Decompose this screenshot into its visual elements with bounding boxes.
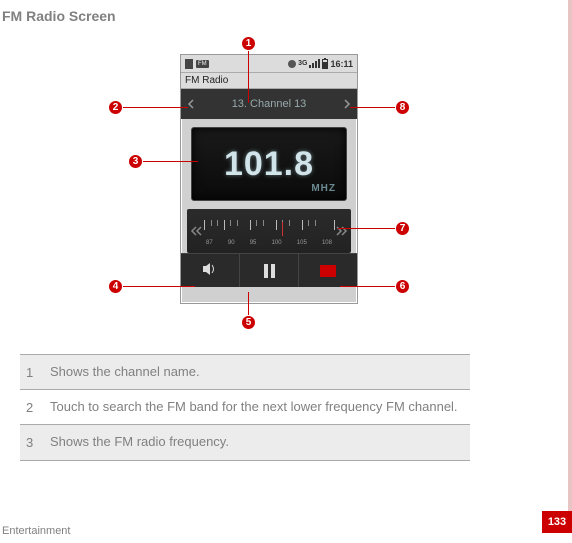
frequency-ruler[interactable]: 87 90 95 100 105 108 [204, 216, 334, 246]
leader-line [248, 51, 249, 103]
app-title: FM Radio [181, 73, 357, 89]
network-3g-label: 3G [298, 60, 307, 67]
next-channel-button[interactable] [337, 89, 357, 119]
dial-label: 95 [250, 240, 257, 246]
fm-badge: FM [196, 60, 209, 68]
callout-marker-1: 1 [241, 36, 256, 51]
row-text: Shows the FM radio frequency. [50, 433, 464, 451]
callout-marker-2: 2 [108, 100, 123, 115]
tuning-dial: 87 90 95 100 105 108 [187, 209, 351, 253]
row-number: 2 [26, 400, 50, 415]
footer-section-label: Entertainment [2, 525, 70, 537]
page-number-tab: 133 [542, 511, 572, 533]
dial-label: 108 [322, 240, 332, 246]
callout-marker-5: 5 [241, 315, 256, 330]
leader-line [338, 228, 395, 229]
signal-bars-icon [309, 59, 320, 68]
dial-label: 100 [272, 240, 282, 246]
callout-marker-7: 7 [395, 221, 410, 236]
phone-mockup: FM 3G 16:11 FM Radio 13. Channel 13 101.… [180, 54, 358, 304]
leader-line [143, 161, 198, 162]
callout-marker-3: 3 [128, 154, 143, 169]
dial-label: 87 [206, 240, 213, 246]
frequency-unit: MHZ [311, 183, 336, 194]
speaker-button[interactable] [181, 254, 240, 287]
page-title: FM Radio Screen [0, 0, 572, 24]
tuning-indicator [282, 222, 283, 236]
pause-icon [264, 264, 275, 278]
table-row: 1 Shows the channel name. [20, 355, 470, 390]
dial-labels: 87 90 95 100 105 108 [204, 240, 334, 246]
frequency-display: 101.8 MHZ [191, 127, 347, 201]
row-text: Shows the channel name. [50, 363, 464, 381]
row-number: 1 [26, 365, 50, 380]
record-button[interactable] [299, 254, 357, 287]
table-row: 3 Shows the FM radio frequency. [20, 425, 470, 460]
description-table: 1 Shows the channel name. 2 Touch to sea… [20, 354, 470, 461]
row-number: 3 [26, 435, 50, 450]
channel-name: 13. Channel 13 [232, 98, 307, 110]
speaker-icon [202, 262, 218, 279]
prev-channel-button[interactable] [181, 89, 201, 119]
leader-line [123, 107, 188, 108]
play-pause-button[interactable] [240, 254, 299, 287]
gps-icon [288, 60, 296, 68]
callout-marker-8: 8 [395, 100, 410, 115]
seek-up-button[interactable] [333, 209, 351, 253]
seek-down-button[interactable] [187, 209, 205, 253]
status-bar: FM 3G 16:11 [181, 55, 357, 73]
record-icon [320, 265, 336, 277]
dial-label: 90 [228, 240, 235, 246]
tick-area [204, 220, 334, 232]
figure-area: FM 3G 16:11 FM Radio 13. Channel 13 101.… [0, 34, 572, 334]
seek-left-icon [190, 226, 202, 236]
antenna-icon [185, 59, 193, 69]
battery-icon [322, 59, 328, 69]
leader-line [350, 107, 395, 108]
frequency-value: 101.8 [224, 145, 314, 184]
clock-time: 16:11 [330, 59, 353, 69]
dial-label: 105 [297, 240, 307, 246]
table-row: 2 Touch to search the FM band for the ne… [20, 390, 470, 425]
callout-marker-4: 4 [108, 279, 123, 294]
channel-row: 13. Channel 13 [181, 89, 357, 119]
callout-marker-6: 6 [395, 279, 410, 294]
row-text: Touch to search the FM band for the next… [50, 398, 464, 416]
control-bar [181, 253, 357, 287]
leader-line [123, 286, 195, 287]
leader-line [340, 286, 395, 287]
leader-line [248, 292, 249, 315]
